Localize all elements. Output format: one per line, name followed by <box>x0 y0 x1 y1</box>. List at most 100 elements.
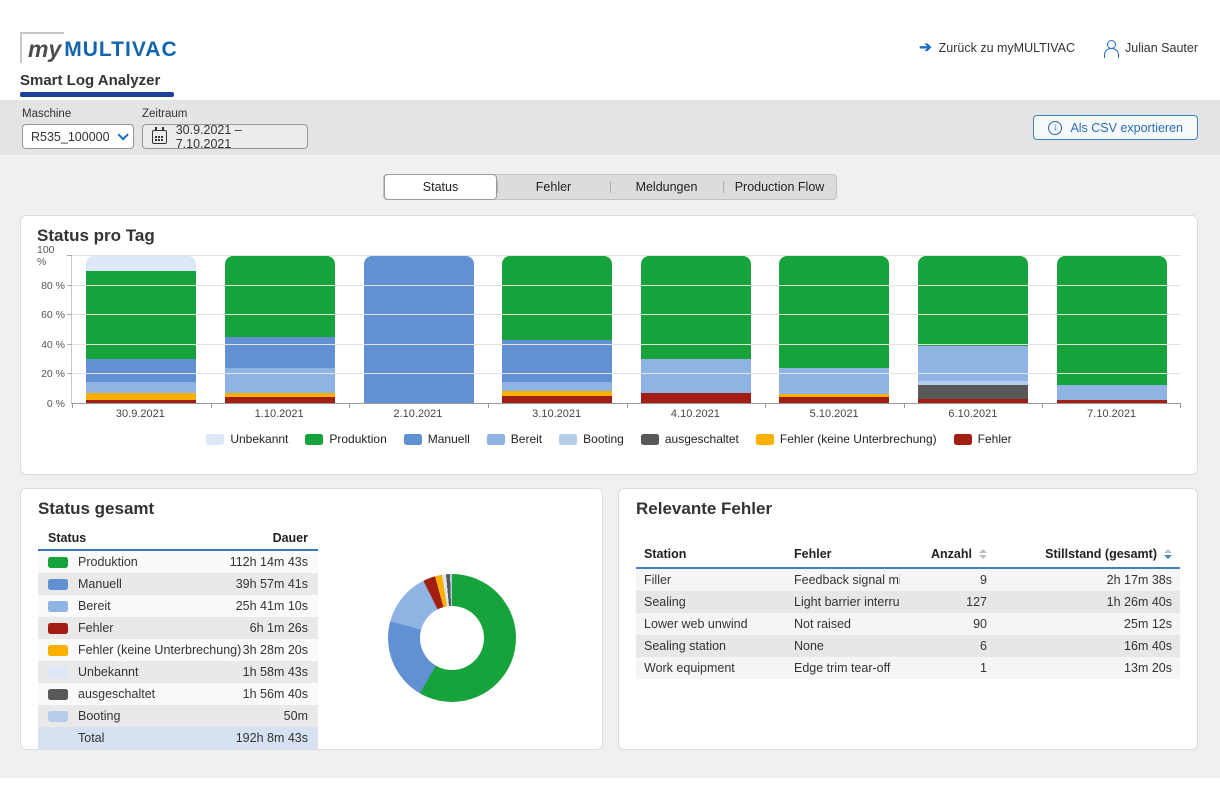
bar-group <box>488 256 627 403</box>
tab-fehler[interactable]: Fehler <box>497 175 610 199</box>
tab-status[interactable]: Status <box>384 174 497 200</box>
y-tick-label: 80 % <box>41 280 65 292</box>
x-tick-label: 7.10.2021 <box>1042 408 1181 420</box>
status-duration: 39h 57m 41s <box>236 577 308 591</box>
error-cell-stillstand: 2h 17m 38s <box>995 573 1180 587</box>
error-row-work-equipment: Work equipmentEdge trim tear-off113m 20s <box>636 657 1180 679</box>
legend-swatch <box>559 434 577 445</box>
error-cell-stillstand: 25m 12s <box>995 617 1180 631</box>
error-cell-stillstand: 1h 26m 40s <box>995 595 1180 609</box>
status-duration: 3h 28m 20s <box>243 643 308 657</box>
x-tick-label: 5.10.2021 <box>765 408 904 420</box>
tab-meldungen[interactable]: Meldungen <box>610 175 723 199</box>
legend-item-ausgeschaltet: ausgeschaltet <box>641 432 739 446</box>
date-range-picker[interactable]: 30.9.2021 – 7.10.2021 <box>142 124 308 149</box>
logo-brand-text: MULTIVAC <box>64 38 177 63</box>
sort-icon-anzahl[interactable] <box>979 549 987 559</box>
user-name: Julian Sauter <box>1125 41 1198 55</box>
total-duration: 192h 8m 43s <box>236 731 308 745</box>
error-row-filler: FillerFeedback signal missing92h 17m 38s <box>636 569 1180 591</box>
x-axis-tick <box>488 404 489 408</box>
x-axis-tick <box>765 404 766 408</box>
bar-segment-fehler <box>641 393 751 403</box>
bar-group <box>904 256 1043 403</box>
error-cell-fehler: Light barrier interrupted <box>786 595 900 609</box>
status-total-table: Status Dauer Produktion112h 14m 43sManue… <box>38 527 318 749</box>
x-axis-tick <box>349 404 350 408</box>
anzahl-col-header[interactable]: Anzahl <box>900 543 995 567</box>
x-axis-tick <box>627 404 628 408</box>
user-icon <box>1103 40 1118 55</box>
bar-segment-manuell <box>502 340 612 383</box>
machine-select[interactable]: R535_100000 <box>22 124 134 149</box>
error-cell-anzahl: 127 <box>900 595 995 609</box>
back-to-mymultivac-link[interactable]: ➔ Zurück zu myMULTIVAC <box>919 40 1075 55</box>
y-tick-label: 0 % <box>47 398 65 410</box>
export-csv-button[interactable]: ↓ Als CSV exportieren <box>1033 115 1198 140</box>
fehler-col-header: Fehler <box>786 543 900 567</box>
error-cell-station: Sealing station <box>636 639 786 653</box>
x-axis-tick <box>72 404 73 408</box>
bar-segment-produktion <box>1057 256 1167 385</box>
error-cell-station: Sealing <box>636 595 786 609</box>
bar-segment-manuell <box>86 359 196 383</box>
export-csv-label: Als CSV exportieren <box>1070 121 1183 135</box>
status-donut-chart <box>388 574 516 702</box>
bar-segment-produktion <box>918 256 1028 346</box>
bar-segment-fehler <box>225 397 335 403</box>
gridline <box>72 314 1181 315</box>
status-label: ausgeschaltet <box>78 687 243 701</box>
bar-segment-fehler <box>1057 400 1167 403</box>
stacked-bar-1-10-2021 <box>225 256 335 403</box>
legend-item-unbekannt: Unbekannt <box>206 432 288 446</box>
legend-swatch <box>305 434 323 445</box>
status-swatch <box>48 579 68 590</box>
bar-segment-ausgeschaltet <box>918 385 1028 398</box>
bar-segment-unbekannt <box>86 256 196 271</box>
stacked-bar-7-10-2021 <box>1057 256 1167 403</box>
legend-item-manuell: Manuell <box>404 432 470 446</box>
status-row-bereit: Bereit25h 41m 10s <box>38 595 318 617</box>
bar-segment-manuell <box>225 337 335 368</box>
stacked-bar-4-10-2021 <box>641 256 751 403</box>
status-swatch <box>48 667 68 678</box>
error-cell-station: Filler <box>636 573 786 587</box>
legend-label: Unbekannt <box>230 432 288 446</box>
error-cell-anzahl: 6 <box>900 639 995 653</box>
status-swatch <box>48 623 68 634</box>
x-tick-label: 6.10.2021 <box>904 408 1043 420</box>
gridline <box>72 255 1181 256</box>
gridline <box>72 373 1181 374</box>
stacked-bar-30-9-2021 <box>86 256 196 403</box>
status-row-fehler: Fehler6h 1m 26s <box>38 617 318 639</box>
stacked-bar-3-10-2021 <box>502 256 612 403</box>
y-axis-labels: 0 %20 %40 %60 %80 %100 % <box>37 256 71 404</box>
download-icon: ↓ <box>1048 121 1062 135</box>
status-per-day-title: Status pro Tag <box>37 226 1181 246</box>
tab-production-flow[interactable]: Production Flow <box>723 175 836 199</box>
sort-icon-stillstand[interactable] <box>1164 549 1172 559</box>
dauer-col-header: Dauer <box>273 531 308 544</box>
bar-segment-fehler <box>918 399 1028 403</box>
errors-table-header: Station Fehler Anzahl Stillstand (gesamt… <box>636 543 1180 569</box>
error-cell-anzahl: 90 <box>900 617 995 631</box>
status-total-title: Status gesamt <box>38 499 585 519</box>
error-cell-station: Work equipment <box>636 661 786 675</box>
error-cell-fehler: Not raised <box>786 617 900 631</box>
status-col-header: Status <box>48 531 86 544</box>
status-swatch <box>48 689 68 700</box>
status-label: Bereit <box>78 599 236 613</box>
calendar-icon <box>152 130 167 144</box>
status-label: Manuell <box>78 577 236 591</box>
bar-segment-bereit <box>918 346 1028 381</box>
total-label: Total <box>78 731 236 745</box>
bar-group <box>211 256 350 403</box>
tab-smart-log-analyzer[interactable]: Smart Log Analyzer <box>20 72 160 97</box>
legend-swatch <box>756 434 774 445</box>
y-tick-label: 20 % <box>41 368 65 380</box>
stillstand-col-header[interactable]: Stillstand (gesamt) <box>995 543 1180 567</box>
y-tick-label: 100 % <box>37 244 65 268</box>
status-per-day-card: Status pro Tag 0 %20 %40 %60 %80 %100 % … <box>20 215 1198 475</box>
error-cell-fehler: Feedback signal missing <box>786 573 900 587</box>
user-menu[interactable]: Julian Sauter <box>1103 40 1198 55</box>
